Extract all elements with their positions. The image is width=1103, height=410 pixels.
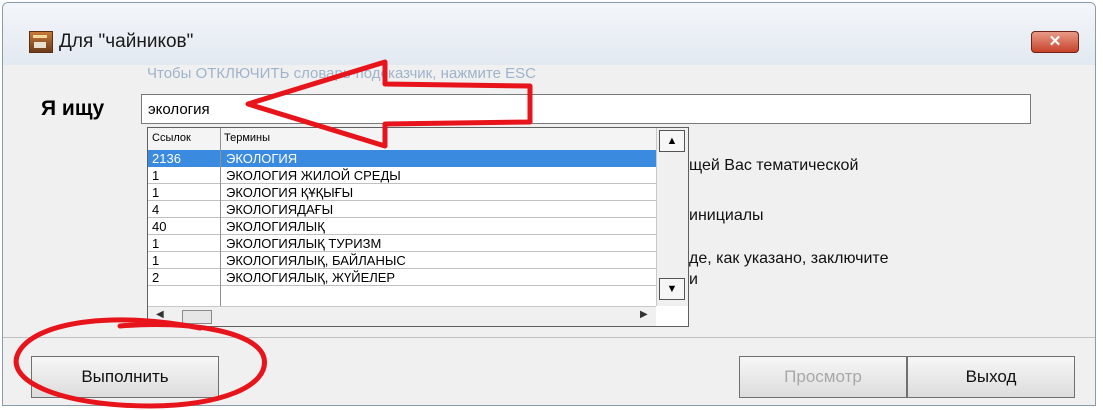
annotation-arrow-icon [245,59,533,149]
annotation-overlay [13,59,533,409]
annotation-circle-icon [13,317,267,409]
